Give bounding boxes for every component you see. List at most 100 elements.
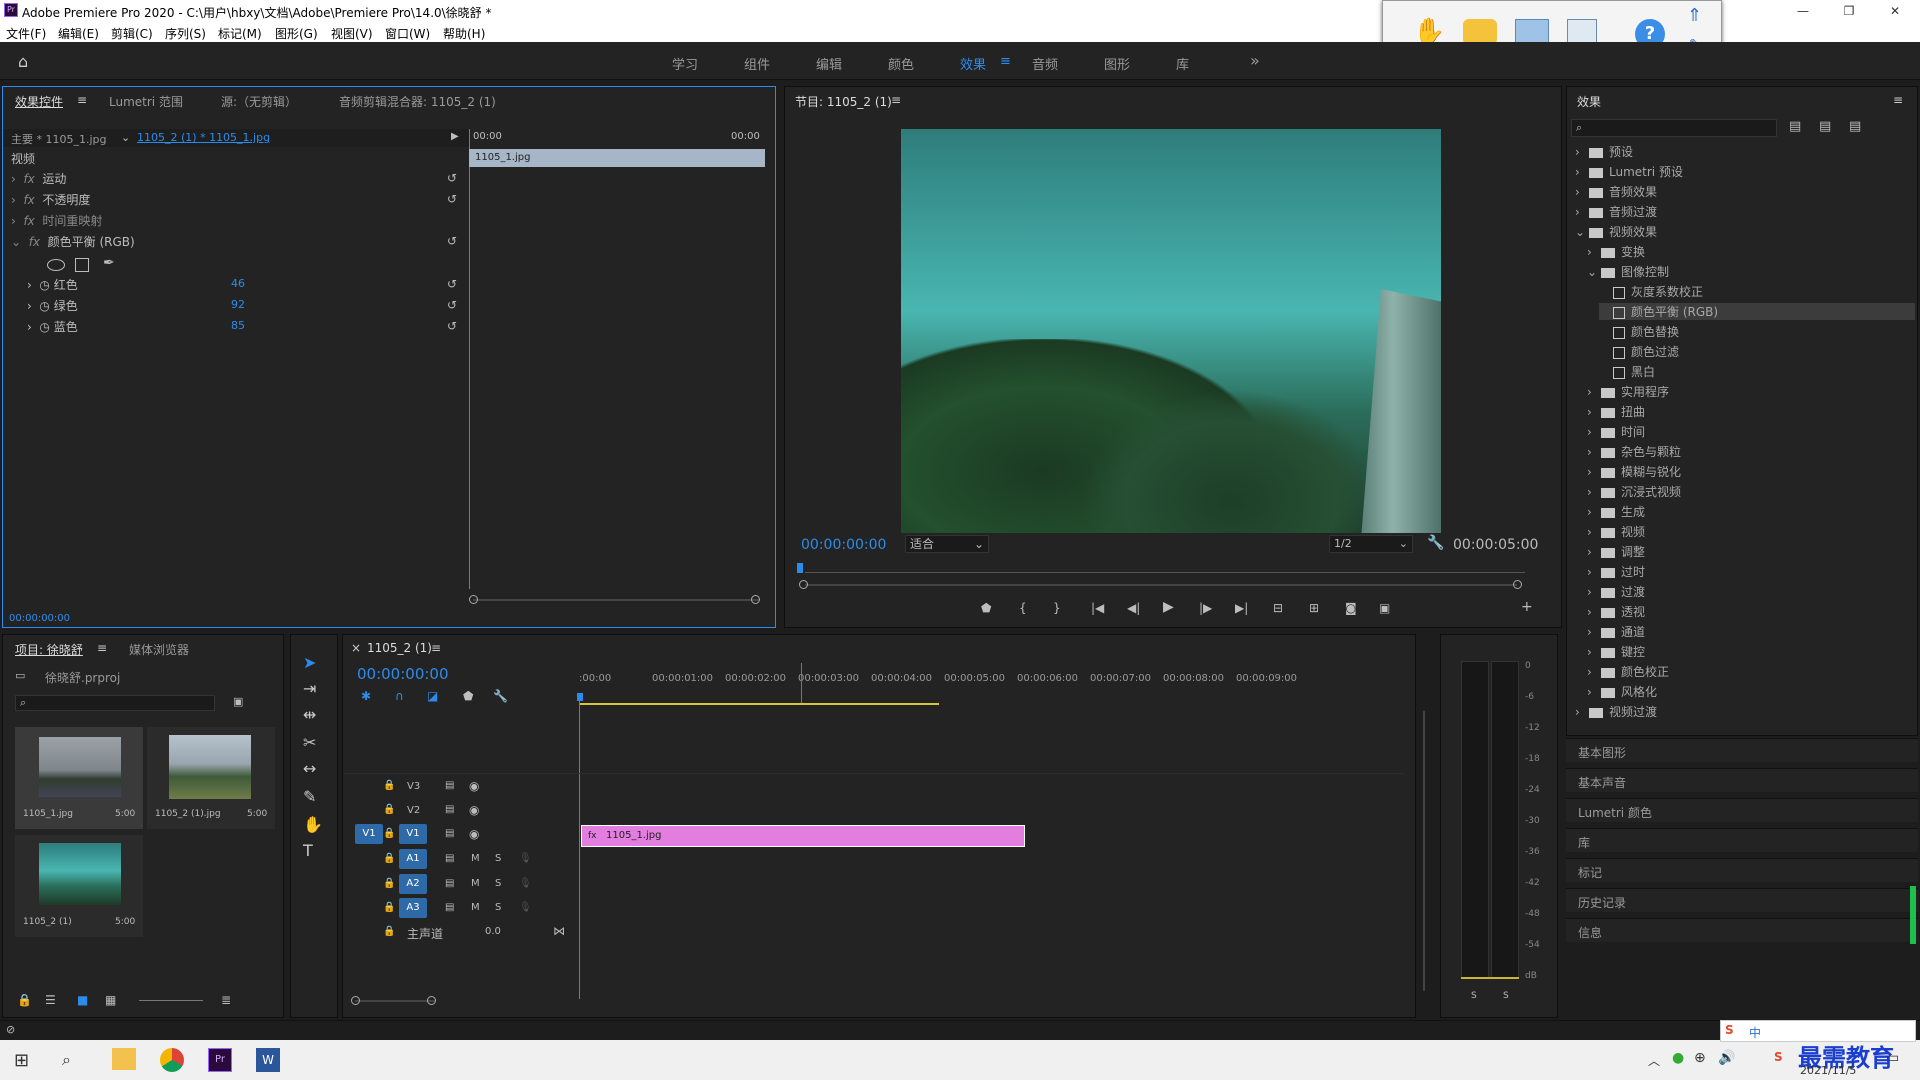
chevron-right-icon[interactable]: › [1575, 705, 1589, 719]
lock-icon[interactable]: 🔒 [383, 828, 395, 839]
ws-editing[interactable]: 编辑 [816, 54, 842, 73]
chevron-right-icon[interactable]: › [1587, 385, 1601, 399]
home-icon[interactable]: ⌂ [18, 52, 28, 71]
chevron-right-icon[interactable]: › [1587, 545, 1601, 559]
effects-tree-item[interactable]: › Lumetri 预设 [1575, 163, 1683, 180]
eye-icon[interactable]: ◉ [469, 827, 479, 841]
linked-select-icon[interactable]: ◪ [427, 689, 438, 703]
effect-opacity[interactable]: › fx 不透明度 [11, 190, 461, 210]
mute-button[interactable]: M [471, 853, 480, 864]
source-patch-v1[interactable]: V1 [355, 824, 383, 844]
lock-icon[interactable]: 🔒 [383, 926, 395, 937]
project-item[interactable]: 1105_2 (1) 5:00 [15, 835, 143, 937]
effects-tree-item[interactable]: › 沉浸式视频 [1587, 483, 1681, 500]
effects-tree-item[interactable]: › 颜色校正 [1587, 663, 1669, 680]
volume-icon[interactable]: 🔊 [1718, 1050, 1735, 1066]
menu-clip[interactable]: 剪辑(C) [111, 25, 153, 42]
reset-icon[interactable]: ↺ [447, 319, 457, 333]
lock-icon[interactable]: 🔒 [383, 804, 395, 815]
lift-icon[interactable]: ⊟ [1273, 601, 1283, 615]
scroll-handle-left[interactable] [469, 595, 478, 604]
ws-learn[interactable]: 学习 [672, 54, 698, 73]
project-search-input[interactable]: ⌕ [15, 695, 215, 711]
panel-history[interactable]: 历史记录 [1566, 888, 1918, 912]
32bit-effects-icon[interactable]: ▤ [1819, 119, 1831, 134]
reset-icon[interactable]: ↺ [447, 298, 457, 312]
effects-tree-item[interactable]: › 扭曲 [1587, 403, 1645, 420]
chevron-right-icon[interactable]: › [1587, 605, 1601, 619]
effects-tree-item[interactable]: › 风格化 [1587, 683, 1657, 700]
panel-info[interactable]: 信息 [1566, 918, 1918, 942]
go-to-out-icon[interactable]: ▶| [1235, 601, 1248, 615]
resolution-dropdown[interactable]: 1/2 ⌄ [1329, 535, 1413, 553]
chevron-right-icon[interactable]: › [1587, 485, 1601, 499]
lock-icon[interactable]: 🔒 [17, 993, 32, 1007]
work-area-bar[interactable] [579, 703, 939, 705]
mute-button[interactable]: M [471, 878, 480, 889]
chevron-right-icon[interactable]: › [1575, 185, 1589, 199]
wrench-icon[interactable]: 🔧 [1427, 535, 1444, 551]
chevron-right-icon[interactable]: › [1575, 205, 1589, 219]
ec-zoom-scrollbar[interactable] [473, 599, 759, 601]
program-timecode[interactable]: 00:00:00:00 [801, 537, 886, 553]
menu-edit[interactable]: 编辑(E) [58, 25, 99, 42]
ellipse-mask-icon[interactable] [47, 259, 65, 271]
program-title[interactable]: 节目: 1105_2 (1) [795, 93, 892, 110]
effects-tree-item[interactable]: › 过时 [1587, 563, 1645, 580]
panel-libraries[interactable]: 库 [1566, 828, 1918, 852]
track-select-icon[interactable]: ⇥ [303, 679, 316, 698]
effects-tree-item[interactable]: › 时间 [1587, 423, 1645, 440]
camera-icon[interactable]: ◙ [1345, 601, 1357, 615]
effect-color-balance[interactable]: ⌄ fx 颜色平衡 (RGB) [11, 232, 461, 252]
effects-tree-item[interactable]: › 变换 [1587, 243, 1645, 260]
close-icon[interactable]: ✕ [1880, 2, 1910, 20]
scroll-handle-right[interactable] [1513, 580, 1522, 589]
lock-icon[interactable]: 🔒 [383, 780, 395, 791]
solo-right-button[interactable]: S [1503, 991, 1509, 1001]
sync-icon[interactable]: ▤ [445, 780, 454, 791]
ws-effects[interactable]: 效果 [960, 54, 986, 73]
accelerated-effects-icon[interactable]: ▤ [1789, 119, 1801, 134]
chevron-right-icon[interactable]: › [1587, 505, 1601, 519]
chevron-right-icon[interactable]: › [1587, 405, 1601, 419]
settings-wrench-icon[interactable]: 🔧 [493, 689, 508, 703]
new-bin-icon[interactable]: ▣ [233, 695, 243, 708]
chevron-right-icon[interactable]: › [1587, 245, 1601, 259]
chevron-right-icon[interactable]: › [1587, 685, 1601, 699]
effects-tree-item[interactable]: › 键控 [1587, 643, 1645, 660]
sogou-tray-icon[interactable]: S [1774, 1050, 1783, 1064]
extract-icon[interactable]: ⊞ [1309, 601, 1319, 615]
sequence-clip-label[interactable]: 1105_2 (1) * 1105_1.jpg [137, 131, 270, 144]
effects-tree-item[interactable]: 颜色过滤 [1599, 343, 1679, 360]
tray-app-icon[interactable]: ● [1672, 1050, 1684, 1066]
effects-tree-item[interactable]: › 预设 [1575, 143, 1633, 160]
effects-tree-item[interactable]: 颜色替换 [1599, 323, 1679, 340]
hand-tool-icon[interactable]: ✋ [303, 815, 323, 834]
param-blue-value[interactable]: 85 [231, 319, 245, 332]
tab-media-browser[interactable]: 媒体浏览器 [129, 641, 189, 658]
reset-icon[interactable]: ↺ [447, 192, 457, 206]
effects-search-input[interactable]: ⌕ [1571, 119, 1777, 137]
panel-essential-graphics[interactable]: 基本图形 [1566, 738, 1918, 762]
panel-essential-sound[interactable]: 基本声音 [1566, 768, 1918, 792]
maximize-icon[interactable]: ❐ [1834, 2, 1864, 20]
mic-icon[interactable]: 🎙 [519, 853, 532, 864]
track-label[interactable]: A1 [399, 849, 427, 869]
zoom-slider[interactable] [139, 1000, 203, 1001]
slip-tool-icon[interactable]: ↔ [303, 759, 316, 778]
ec-timecode[interactable]: 00:00:00:00 [9, 613, 70, 624]
go-to-in-icon[interactable]: |◀ [1091, 601, 1104, 615]
minimize-icon[interactable]: — [1788, 2, 1818, 20]
add-marker-icon[interactable]: ⬟ [981, 601, 991, 615]
collapse-icon[interactable]: ⋈ [553, 924, 565, 938]
selection-tool-icon[interactable]: ➤ [303, 653, 316, 672]
effects-tree-item[interactable]: › 模糊与锐化 [1587, 463, 1681, 480]
time-ruler[interactable]: :00:00 00:00:01:00 00:00:02:00 00:00:03:00 0… [579, 673, 1409, 691]
timeline-tab[interactable]: 1105_2 (1) [367, 641, 432, 655]
lock-icon[interactable]: 🔒 [383, 902, 395, 913]
program-menu-icon[interactable]: ≡ [891, 93, 901, 107]
pen-tool-icon[interactable]: ✎ [303, 787, 316, 806]
sync-icon[interactable]: ▤ [445, 853, 454, 864]
chevron-right-icon[interactable]: › [1587, 425, 1601, 439]
effect-motion[interactable]: › fx 运动 [11, 169, 461, 189]
